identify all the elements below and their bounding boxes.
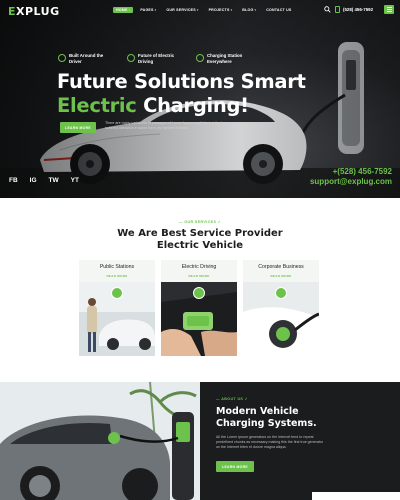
about-tag-text: ABOUT US — [221, 397, 244, 401]
logo-text: XPLUG — [16, 5, 60, 18]
card-title: Electric Driving — [181, 264, 217, 270]
charging-plug-icon — [193, 287, 205, 299]
hero-section: EXPLUG HOME ▾ PAGES ▾ OUR SERVICES ▾ PROJEC… — [0, 0, 400, 198]
services-title-line1: We Are Best Service Provider — [117, 228, 283, 239]
chevron-down-icon: ▾ — [128, 8, 131, 12]
search-icon[interactable] — [324, 6, 331, 13]
hamburger-menu-icon[interactable] — [384, 5, 394, 14]
service-card-public-stations[interactable]: Public Stations READ MORE — [79, 260, 155, 356]
services-title-line2: Electric Vehicle — [156, 240, 244, 251]
about-title-line1: Modern Vehicle — [216, 406, 299, 417]
top-navigation: EXPLUG HOME ▾ PAGES ▾ OUR SERVICES ▾ PROJEC… — [0, 0, 400, 22]
chevron-down-icon: ▾ — [196, 8, 199, 12]
hero-title-rest: Charging! — [136, 94, 249, 117]
service-card-electric-driving[interactable]: Electric Driving READ MORE — [161, 260, 237, 356]
hero-contact: +(528) 456-7592 support@explug.com — [310, 167, 392, 187]
social-link-instagram[interactable]: IG — [30, 177, 37, 184]
feature-text: Charging Station Everywhere — [207, 53, 243, 64]
logo-accent-letter: E — [8, 5, 17, 18]
hero-description: There are many variations of passages of… — [105, 121, 230, 130]
building-icon — [275, 287, 287, 299]
main-menu: HOME ▾ PAGES ▾ OUR SERVICES ▾ PROJECTS ▾ BLO… — [113, 7, 294, 13]
hero-title-line2: Electric Charging! — [57, 94, 306, 118]
charging-car-photo — [0, 382, 200, 500]
social-link-twitter[interactable]: TW — [49, 177, 59, 184]
feature-text: Built Around the Driver — [69, 53, 104, 64]
social-link-facebook[interactable]: FB — [9, 177, 18, 184]
hero-title-line1: Future Solutions Smart — [57, 70, 306, 93]
menu-label: HOME — [116, 8, 128, 12]
menu-item-home[interactable]: HOME ▾ — [113, 7, 134, 13]
hero-title-accent: Electric — [57, 94, 137, 117]
map-pin-icon — [111, 287, 123, 299]
footer-peek — [312, 492, 400, 500]
menu-item-projects[interactable]: PROJECTS ▾ — [206, 7, 236, 13]
feature-item: Future of Electric Driving — [127, 53, 186, 64]
header-phone[interactable]: (528) 456-7592 — [343, 7, 373, 12]
menu-label: BLOG — [242, 8, 254, 12]
chevron-down-icon: ▾ — [154, 8, 157, 12]
feature-item: Charging Station Everywhere — [196, 53, 255, 64]
card-title: Public Stations — [99, 264, 135, 270]
logo[interactable]: EXPLUG — [8, 5, 60, 18]
chevron-down-icon: ▾ — [230, 8, 233, 12]
contact-email[interactable]: support@explug.com — [310, 177, 392, 187]
menu-label: PROJECTS — [208, 8, 230, 12]
steering-wheel-icon — [58, 54, 66, 62]
services-tag-text: OUR SERVICES — [184, 220, 217, 224]
about-title: Modern Vehicle Charging Systems. — [216, 406, 317, 430]
social-links: FB IG TW YT — [9, 177, 79, 184]
read-more-link[interactable]: READ MORE — [161, 274, 237, 278]
contact-phone[interactable]: +(528) 456-7592 — [310, 167, 392, 177]
electric-plug-icon — [127, 54, 135, 62]
phone-icon — [335, 6, 340, 13]
about-tag: — ABOUT US ✓ — [216, 397, 249, 401]
about-title-line2: Charging Systems. — [216, 418, 317, 429]
about-learn-more-button[interactable]: LEARN MORE — [216, 461, 254, 472]
menu-item-contact-us[interactable]: CONTACT US — [263, 7, 294, 13]
hero-title: Future Solutions Smart Electric Charging… — [57, 70, 306, 118]
chevron-down-icon: ▾ — [254, 8, 257, 12]
menu-item-blog[interactable]: BLOG ▾ — [239, 7, 259, 13]
service-cards: Public Stations READ MORE Electric Drivi… — [79, 260, 319, 356]
hero-features: Built Around the Driver Future of Electr… — [58, 53, 265, 64]
card-title: Corporate Business — [258, 264, 304, 270]
services-title: We Are Best Service Provider Electric Ve… — [0, 228, 400, 252]
about-section: — ABOUT US ✓ Modern Vehicle Charging Sys… — [200, 382, 400, 500]
services-section: — OUR SERVICES ✓ We Are Best Service Pro… — [0, 198, 400, 382]
menu-label: PAGES — [140, 8, 154, 12]
about-image — [0, 382, 200, 500]
menu-label: OUR SERVICES — [166, 8, 196, 12]
charging-plug-icon — [108, 432, 120, 444]
charging-station-icon — [196, 54, 204, 62]
social-link-youtube[interactable]: YT — [71, 177, 79, 184]
hero-learn-more-button[interactable]: LEARN MORE — [60, 122, 96, 133]
feature-text: Future of Electric Driving — [138, 53, 175, 64]
page: EXPLUG HOME ▾ PAGES ▾ OUR SERVICES ▾ PROJEC… — [0, 0, 400, 500]
read-more-link[interactable]: READ MORE — [243, 274, 319, 278]
services-tag: — OUR SERVICES ✓ — [178, 220, 222, 224]
menu-label: CONTACT US — [266, 8, 292, 12]
service-card-corporate-business[interactable]: Corporate Business READ MORE — [243, 260, 319, 356]
menu-item-our-services[interactable]: OUR SERVICES ▾ — [163, 7, 201, 13]
about-description: All the Lorem Ipsum generators on the In… — [216, 435, 324, 449]
feature-item: Built Around the Driver — [58, 53, 117, 64]
menu-item-pages[interactable]: PAGES ▾ — [137, 7, 159, 13]
read-more-link[interactable]: READ MORE — [79, 274, 155, 278]
